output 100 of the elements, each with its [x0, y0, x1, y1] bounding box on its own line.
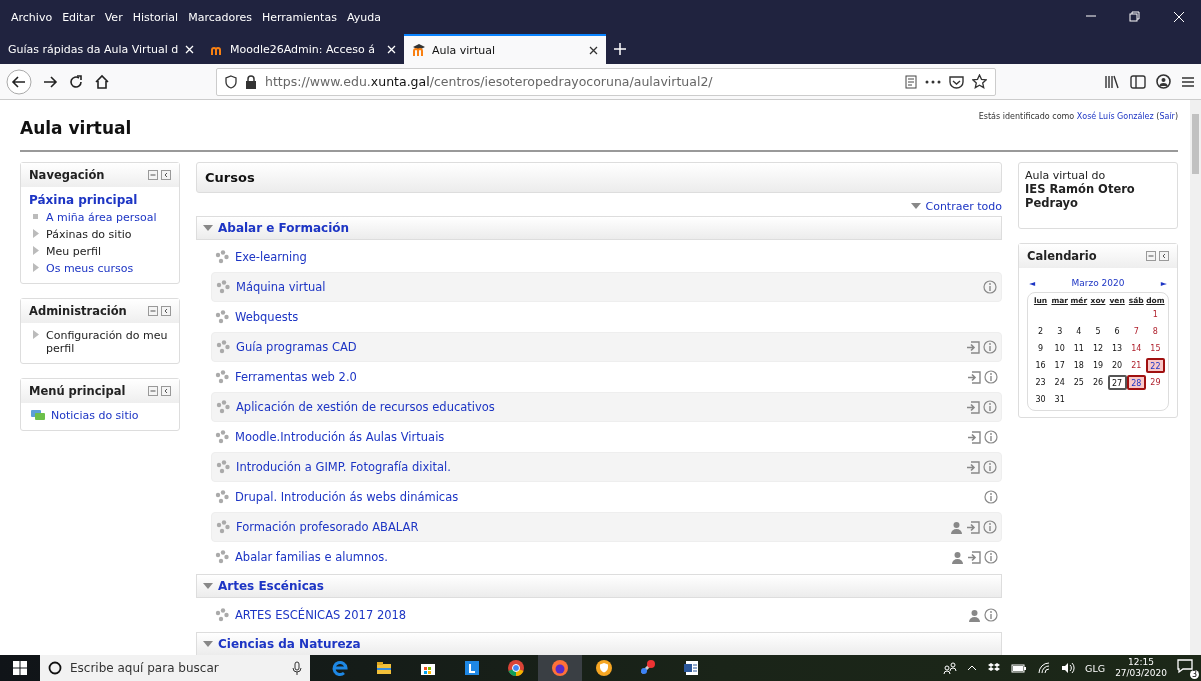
calendar-day[interactable]: 13 [1107, 341, 1127, 356]
nav-link[interactable]: Configuración do meu perfil [46, 329, 171, 355]
course-link[interactable]: Moodle.Introdución ás Aulas Virtuais [235, 430, 961, 444]
account-icon[interactable] [1156, 74, 1171, 89]
logout-link[interactable]: Saír [1159, 112, 1175, 121]
browser-tab[interactable]: Moodle26Admin: Acceso á [202, 34, 404, 64]
dock-icon[interactable] [1159, 251, 1169, 261]
category-header[interactable]: Artes Escénicas [196, 574, 1002, 598]
scrollbar-thumb[interactable] [1192, 114, 1199, 174]
nav-link[interactable]: Os meus cursos [46, 262, 134, 275]
close-icon[interactable] [589, 45, 598, 55]
calendar-day[interactable]: 21 [1126, 358, 1146, 373]
menu-item[interactable]: Ayuda [341, 10, 386, 24]
calendar-day[interactable]: 14 [1126, 341, 1146, 356]
calendar-day[interactable]: 6 [1107, 324, 1127, 339]
info-icon[interactable] [984, 550, 998, 564]
sidebar-icon[interactable] [1130, 74, 1146, 89]
menu-item[interactable]: Editar [57, 10, 100, 24]
calendar-day[interactable]: 31 [1050, 392, 1070, 407]
info-icon[interactable] [983, 460, 997, 474]
menu-icon[interactable] [1181, 75, 1195, 88]
calendar-day[interactable]: 20 [1107, 358, 1127, 373]
browser-tab[interactable]: Guías rápidas da Aula Virtual d [0, 34, 202, 64]
category-header[interactable]: Abalar e Formación [196, 216, 1002, 240]
wifi-icon[interactable] [1037, 662, 1052, 674]
calendar-day[interactable]: 25 [1069, 375, 1089, 390]
plus-icon[interactable] [614, 43, 626, 55]
dock-icon[interactable] [161, 386, 171, 396]
document-icon[interactable] [683, 659, 701, 677]
chevron-up-icon[interactable] [967, 665, 978, 671]
menu-item[interactable]: Marcadores [183, 10, 257, 24]
home-icon[interactable] [94, 73, 110, 90]
calendar-day[interactable]: 3 [1050, 324, 1070, 339]
calendar-day[interactable]: 5 [1088, 324, 1108, 339]
menu-item[interactable]: Ver [99, 10, 128, 24]
menu-item[interactable]: Historial [127, 10, 184, 24]
calendar-day[interactable]: 27 [1107, 375, 1127, 390]
info-icon[interactable] [983, 400, 997, 414]
category-header[interactable]: Ciencias da Natureza [196, 632, 1002, 655]
taskbar-search-field[interactable]: Escribe aquí para buscar [40, 655, 310, 681]
dock-icon[interactable] [161, 306, 171, 316]
calendar-day[interactable]: 30 [1031, 392, 1051, 407]
reader-view-icon[interactable] [905, 74, 917, 89]
info-icon[interactable] [984, 370, 998, 384]
windows-icon[interactable] [13, 661, 27, 675]
info-icon[interactable] [983, 340, 997, 354]
star-icon[interactable] [972, 74, 987, 89]
calendar-day[interactable]: 26 [1088, 375, 1108, 390]
clock[interactable]: 12:15 27/03/2020 [1115, 657, 1167, 679]
info-icon[interactable] [984, 490, 998, 504]
nav-link[interactable]: Páxina principal [29, 193, 138, 207]
course-link[interactable]: Exe-learning [235, 250, 992, 264]
menu-item[interactable]: Herramientas [256, 10, 342, 24]
browser-tab[interactable]: Aula virtual [404, 34, 606, 64]
language-indicator[interactable]: GLG [1085, 662, 1106, 674]
info-icon[interactable] [984, 608, 998, 622]
next-month-button[interactable]: ► [1160, 278, 1167, 288]
calendar-day[interactable]: 7 [1126, 324, 1146, 339]
speaker-icon[interactable] [1061, 662, 1076, 674]
course-link[interactable]: Drupal. Introdución ás webs dinámicas [235, 490, 978, 504]
shield-app-icon[interactable] [595, 659, 613, 677]
nav-link[interactable]: A miña área persoal [46, 211, 157, 224]
browser-icon[interactable] [331, 659, 349, 677]
calendar-day[interactable]: 16 [1031, 358, 1051, 373]
course-link[interactable]: Ferramentas web 2.0 [235, 370, 961, 384]
address-bar[interactable]: https://www.edu.xunta.gal/centros/iesoteropedrayocoruna/aulavirtual2/ [216, 67, 996, 96]
info-icon[interactable] [983, 520, 997, 534]
calendar-day[interactable]: 11 [1069, 341, 1089, 356]
people-icon[interactable] [943, 662, 958, 674]
calendar-day[interactable]: 1 [1145, 307, 1165, 322]
info-icon[interactable] [984, 430, 998, 444]
calendar-day[interactable]: 12 [1088, 341, 1108, 356]
course-link[interactable]: Webquests [235, 310, 992, 324]
calendar-day[interactable]: 23 [1031, 375, 1051, 390]
restore-icon[interactable] [1129, 11, 1141, 23]
calendar-day[interactable]: 9 [1031, 341, 1051, 356]
calendar-day[interactable]: 19 [1088, 358, 1108, 373]
firefox-icon[interactable] [551, 659, 569, 677]
course-link[interactable]: ARTES ESCÉNICAS 2017 2018 [235, 608, 962, 622]
battery-icon[interactable] [1011, 663, 1028, 673]
previous-month-button[interactable]: ◄ [1029, 278, 1036, 288]
microphone-icon[interactable] [292, 661, 302, 675]
app-tile-icon[interactable] [463, 659, 481, 677]
course-link[interactable]: Abalar familias e alumnos. [235, 550, 945, 564]
tools-icon[interactable] [639, 659, 657, 677]
calendar-day[interactable]: 8 [1145, 324, 1165, 339]
calendar-day[interactable]: 22 [1145, 358, 1165, 373]
calendar-day[interactable]: 29 [1145, 375, 1165, 390]
dropbox-icon[interactable] [987, 662, 1002, 674]
calendar-day[interactable]: 24 [1050, 375, 1070, 390]
library-icon[interactable] [1104, 74, 1120, 89]
pocket-icon[interactable] [949, 74, 964, 89]
folder-icon[interactable] [375, 659, 393, 677]
calendar-day[interactable]: 10 [1050, 341, 1070, 356]
nav-link[interactable]: Noticias do sitio [51, 409, 139, 422]
back-icon[interactable] [6, 68, 32, 95]
scrollbar[interactable] [1190, 100, 1201, 655]
nav-link[interactable]: Meu perfil [46, 245, 101, 258]
dock-icon[interactable] [161, 170, 171, 180]
menu-item[interactable]: Archivo [6, 10, 58, 24]
